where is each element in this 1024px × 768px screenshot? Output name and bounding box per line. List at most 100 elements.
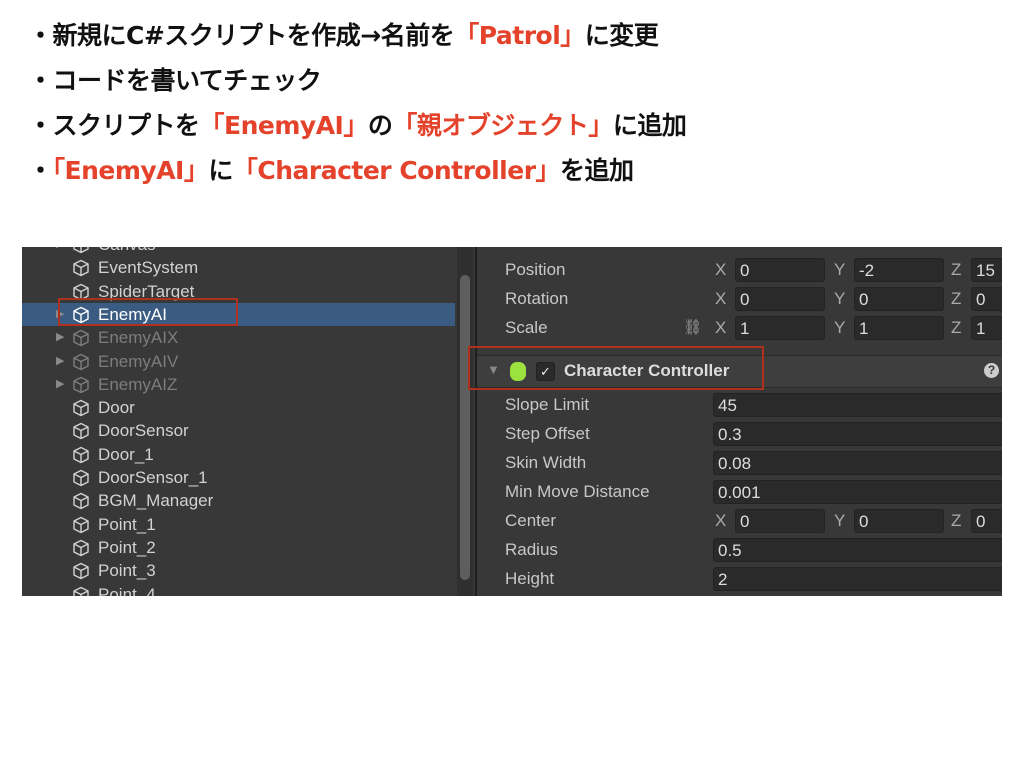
gameobject-cube-icon [72, 539, 90, 557]
hierarchy-item-label: EventSystem [98, 258, 199, 278]
field-z[interactable]: 0 [971, 509, 1002, 533]
highlighted-text: 「EnemyAI」 [52, 156, 209, 185]
axis-label-z: Z [951, 511, 962, 530]
property-field[interactable]: 0.5 [713, 538, 1002, 562]
hierarchy-item-label: Door [98, 398, 135, 418]
field-x[interactable]: 0 [735, 258, 825, 282]
bullet-text: に変更 [584, 21, 659, 50]
component-property-row: Height 2 [477, 565, 1002, 594]
hierarchy-item[interactable]: Point_4 [22, 583, 455, 597]
field-y[interactable]: 0 [854, 287, 944, 311]
property-label: Scale [505, 318, 548, 337]
axis-label-z: Z [951, 318, 962, 337]
inspector-panel: ▼ ✓ Character Controller ? Position X 0 Y -2… [477, 247, 1002, 596]
bullet-text: を追加 [560, 156, 634, 185]
expand-arrow-icon[interactable]: ▶ [56, 350, 64, 373]
bullet-text: に追加 [612, 111, 687, 140]
hierarchy-item-label: DoorSensor_1 [98, 468, 208, 487]
property-label: Step Offset [505, 424, 590, 443]
gameobject-cube-icon [72, 586, 90, 596]
axis-label-z: Z [951, 289, 962, 308]
bullet-line: ・コードを書いてチェック [28, 61, 686, 106]
bullet-text: の [367, 111, 393, 140]
hierarchy-item-label: EnemyAIX [98, 328, 179, 348]
hierarchy-item-label: BGM_Manager [98, 491, 214, 511]
hierarchy-item-label: Door_1 [98, 444, 154, 464]
bullet-text: ・ [28, 156, 53, 185]
property-label: Height [505, 569, 555, 588]
property-field[interactable]: 0.3 [713, 422, 1002, 446]
hierarchy-item[interactable]: Door [22, 396, 455, 419]
highlight-character-controller [468, 346, 764, 390]
hierarchy-item[interactable]: DoorSensor [22, 419, 455, 442]
axis-label-z: Z [951, 260, 962, 279]
axis-label-x: X [715, 260, 727, 279]
gameobject-cube-icon [72, 399, 90, 417]
expand-arrow-icon[interactable]: ▶ [56, 247, 64, 256]
bullet-text: ・コードを書いてチェック [28, 66, 322, 95]
gameobject-cube-icon [72, 516, 90, 534]
bullet-text: に [208, 156, 233, 185]
gameobject-cube-icon [72, 422, 90, 440]
hierarchy-item[interactable]: Point_1 [22, 513, 455, 536]
component-property-row: Skin Width 0.08 [477, 449, 1002, 478]
hierarchy-item[interactable]: ▶ Canvas [22, 247, 455, 256]
hierarchy-item[interactable]: DoorSensor_1 [22, 466, 455, 489]
bullet-line: ・スクリプトを「EnemyAI」の「親オブジェクト」に追加 [28, 106, 687, 151]
field-x[interactable]: 0 [735, 509, 825, 533]
component-property-row: Min Move Distance 0.001 [477, 478, 1002, 507]
property-label: Rotation [505, 289, 569, 308]
gameobject-cube-icon [72, 247, 90, 254]
gameobject-cube-icon [72, 469, 90, 487]
scrollbar-thumb[interactable] [460, 275, 470, 580]
field-x[interactable]: 0 [735, 287, 825, 311]
hierarchy-item[interactable]: EventSystem [22, 256, 455, 279]
hierarchy-item[interactable]: Point_2 [22, 536, 455, 559]
hierarchy-item-label: Point_1 [98, 514, 156, 534]
slide-bullets: ・新規にC#スクリプトを作成→名前を「Patrol」に変更・コードを書いてチェッ… [28, 16, 687, 196]
axis-label-x: X [715, 318, 727, 337]
axis-label-y: Y [834, 318, 846, 337]
gameobject-cube-icon [72, 329, 90, 347]
property-field[interactable]: 2 [713, 567, 1002, 591]
property-field[interactable]: 0.08 [713, 451, 1002, 475]
highlighted-text: 「親オブジェクト」 [392, 111, 613, 140]
hierarchy-item[interactable]: ▶ EnemyAIX [22, 326, 455, 349]
property-label: Min Move Distance [505, 482, 650, 501]
component-property-row: Radius 0.5 [477, 536, 1002, 565]
property-field[interactable]: 0.001 [713, 480, 1002, 504]
axis-label-y: Y [834, 511, 846, 530]
bullet-line: ・新規にC#スクリプトを作成→名前を「Patrol」に変更 [28, 16, 686, 61]
gameobject-cube-icon [72, 446, 90, 464]
hierarchy-item-label: EnemyAIZ [98, 374, 178, 394]
hierarchy-scrollbar[interactable] [457, 247, 473, 596]
hierarchy-item-label: Point_4 [98, 584, 156, 597]
expand-arrow-icon[interactable]: ▶ [56, 373, 64, 396]
help-icon[interactable]: ? [984, 363, 999, 378]
gameobject-cube-icon [72, 376, 90, 394]
gameobject-cube-icon [72, 492, 90, 510]
axis-label-y: Y [834, 289, 846, 308]
field-z[interactable]: 15 [971, 258, 1002, 282]
field-x[interactable]: 1 [735, 316, 825, 340]
hierarchy-item[interactable]: Point_3 [22, 559, 455, 582]
hierarchy-item[interactable]: Door_1 [22, 443, 455, 466]
hierarchy-item-label: EnemyAIV [98, 351, 179, 371]
bullet-text: ・新規にC#スクリプトを作成→名前を [28, 21, 455, 50]
hierarchy-item[interactable]: ▶ EnemyAIV [22, 350, 455, 373]
field-y[interactable]: 1 [854, 316, 944, 340]
field-z[interactable]: 1 [971, 316, 1002, 340]
component-property-row: Center X 0 Y 0 Z 0 [477, 507, 1002, 536]
hierarchy-item[interactable]: ▶ EnemyAIZ [22, 373, 455, 396]
highlighted-text: 「Character Controller」 [232, 156, 561, 185]
unlinked-scale-icon[interactable]: ⛓ [683, 318, 702, 336]
field-y[interactable]: -2 [854, 258, 944, 282]
axis-label-x: X [715, 289, 727, 308]
transform-row: Scale ⛓ X 1 Y 1 Z 1 [477, 314, 1002, 343]
field-z[interactable]: 0 [971, 287, 1002, 311]
field-y[interactable]: 0 [854, 509, 944, 533]
hierarchy-item[interactable]: BGM_Manager [22, 489, 455, 512]
gameobject-cube-icon [72, 562, 90, 580]
expand-arrow-icon[interactable]: ▶ [56, 326, 64, 349]
property-field[interactable]: 45 [713, 393, 1002, 417]
